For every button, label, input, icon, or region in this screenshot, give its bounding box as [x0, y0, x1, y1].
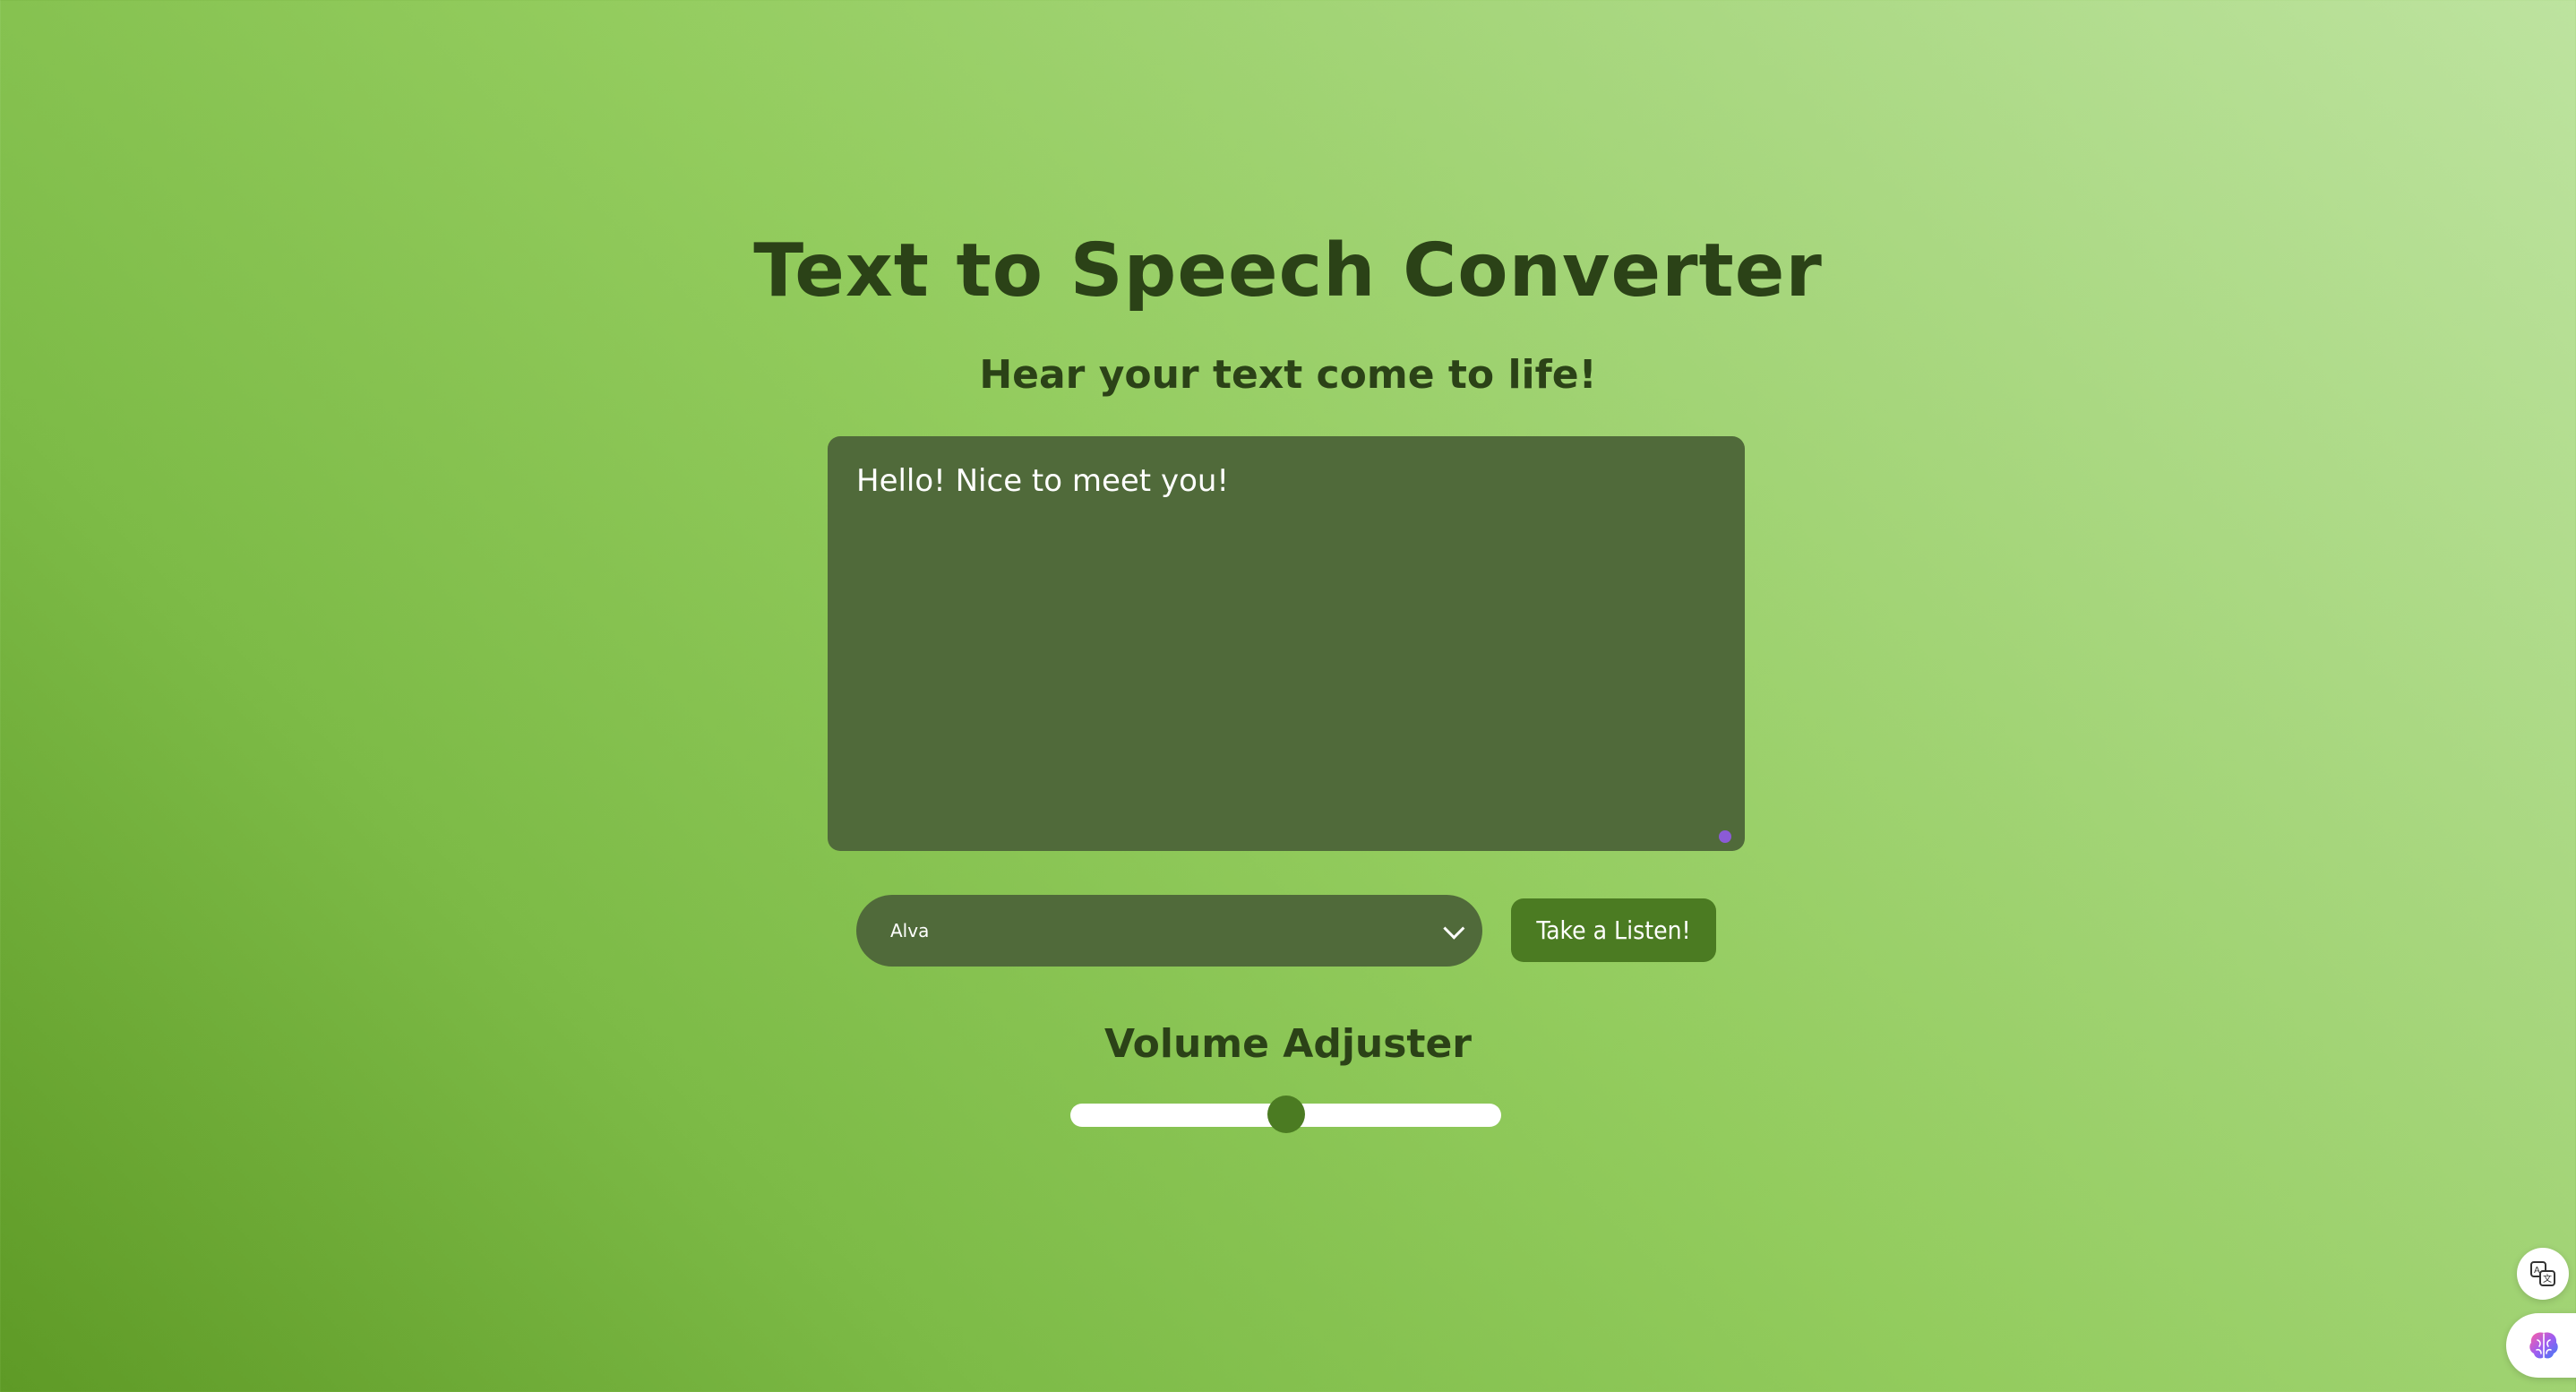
volume-label: Volume Adjuster — [1103, 1021, 1472, 1067]
listen-button[interactable]: Take a Listen! — [1511, 898, 1716, 962]
svg-text:文: 文 — [2543, 1273, 2552, 1285]
translate-icon: A 文 — [2530, 1261, 2555, 1286]
resize-handle[interactable] — [1719, 830, 1731, 843]
text-input[interactable]: Hello! Nice to meet you! — [828, 436, 1745, 851]
ai-assistant-button[interactable] — [2506, 1313, 2576, 1378]
page-subtitle: Hear your text come to life! — [979, 352, 1597, 398]
chevron-down-icon — [1443, 917, 1465, 940]
brain-icon — [2529, 1332, 2558, 1359]
translate-button[interactable]: A 文 — [2517, 1248, 2569, 1300]
volume-slider-thumb[interactable] — [1267, 1096, 1305, 1133]
svg-text:A: A — [2534, 1266, 2540, 1276]
page-title: Text to Speech Converter — [753, 228, 1823, 314]
voice-select-value: Alva — [890, 920, 930, 941]
voice-select[interactable]: Alva — [856, 895, 1482, 967]
